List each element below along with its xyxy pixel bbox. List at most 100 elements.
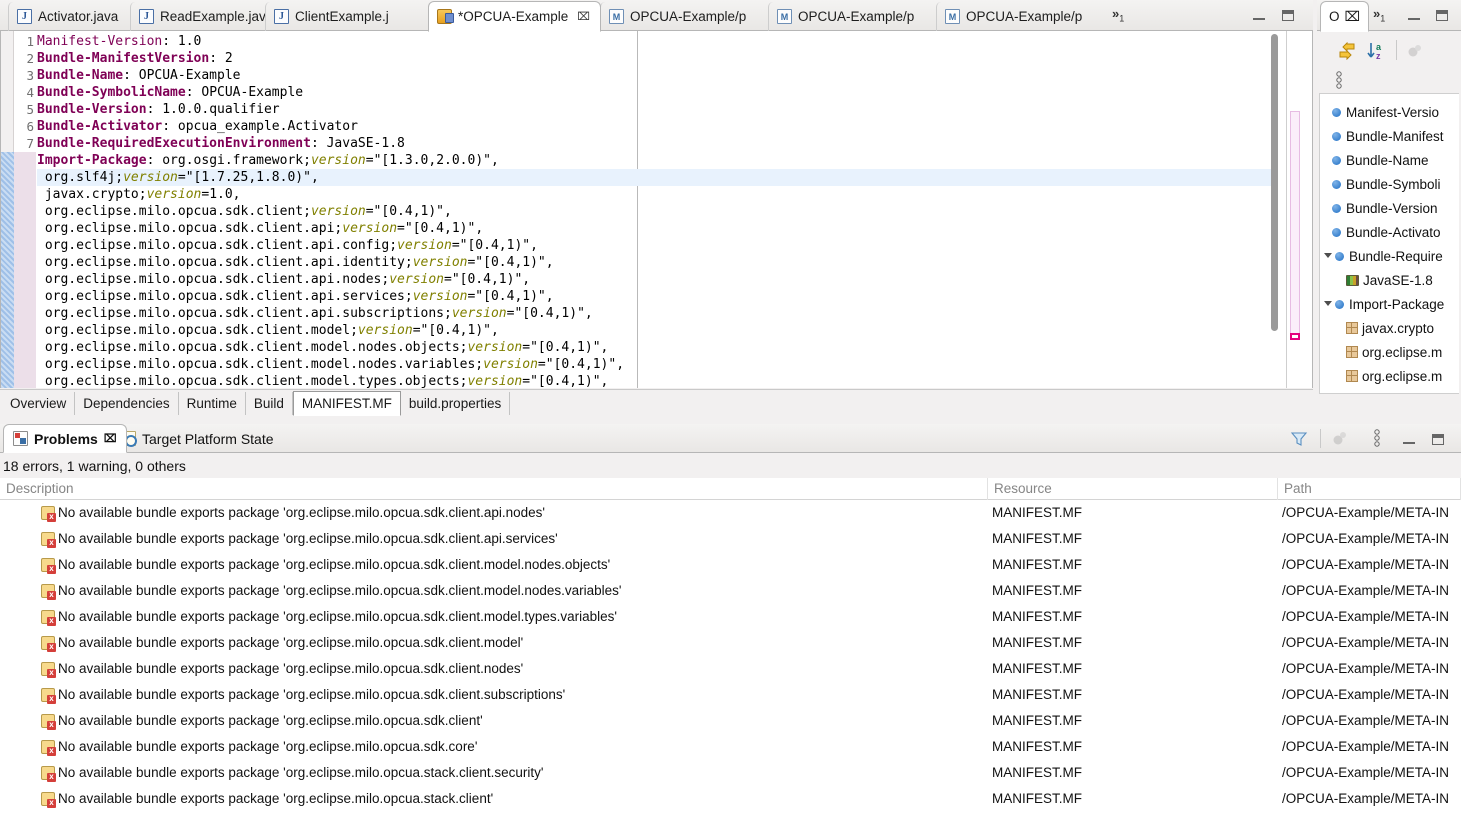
overview-ruler-error-region <box>1290 111 1300 339</box>
outline-tree[interactable]: Manifest-Versio Bundle-Manifest Bundle-Nam… <box>1319 93 1459 394</box>
code-line-9[interactable]: org.slf4j;version="[1.7.25,1.8.0)", <box>37 169 1277 186</box>
table-row[interactable]: No available bundle exports package 'org… <box>0 630 1461 656</box>
link-with-editor-icon[interactable] <box>1335 42 1355 60</box>
editor-tab-overflow-chevron[interactable]: »1 <box>1112 6 1124 24</box>
table-row[interactable]: No available bundle exports package 'org… <box>0 682 1461 708</box>
editor-tab-6[interactable]: OPCUA-Example/p <box>936 2 1092 31</box>
editor-tab-4[interactable]: OPCUA-Example/p <box>600 2 756 31</box>
editor-tab-3[interactable]: *OPCUA-Example ⌧ <box>428 1 601 32</box>
table-row[interactable]: No available bundle exports package 'org… <box>0 578 1461 604</box>
code-line-5[interactable]: Bundle-Version: 1.0.0.qualifier <box>37 101 1277 118</box>
outline-tree-item-4[interactable]: Bundle-Version <box>1320 196 1438 220</box>
outline-tab-overflow-chevron[interactable]: »1 <box>1373 6 1385 24</box>
code-line-3[interactable]: Bundle-Name: OPCUA-Example <box>37 67 1277 84</box>
editor-outline-sash[interactable] <box>1313 0 1317 416</box>
column-header-description[interactable]: Description <box>0 478 988 500</box>
code-line-14[interactable]: org.eclipse.milo.opcua.sdk.client.api.id… <box>37 254 1277 271</box>
outline-item-label: Import-Package <box>1349 296 1445 312</box>
editor-vscroll-thumb[interactable] <box>1271 34 1278 331</box>
code-line-18[interactable]: org.eclipse.milo.opcua.sdk.client.model;… <box>37 322 1277 339</box>
code-line-11[interactable]: org.eclipse.milo.opcua.sdk.client;versio… <box>37 203 1277 220</box>
editor-problems-sash[interactable] <box>0 416 1461 424</box>
form-tab-dependencies[interactable]: Dependencies <box>75 392 179 415</box>
form-tab-overview[interactable]: Overview <box>2 392 76 415</box>
code-line-13[interactable]: org.eclipse.milo.opcua.sdk.client.api.co… <box>37 237 1277 254</box>
code-line-4[interactable]: Bundle-SymbolicName: OPCUA-Example <box>37 84 1277 101</box>
tab-target-platform-state[interactable]: Target Platform State <box>111 424 283 453</box>
outline-maximize-icon[interactable] <box>1436 10 1448 21</box>
outline-tree-item-8[interactable]: Import-Package <box>1320 292 1444 316</box>
code-line-2[interactable]: Bundle-ManifestVersion: 2 <box>37 50 1277 67</box>
code-token: Import-Package <box>37 153 147 168</box>
java-file-icon <box>139 9 154 24</box>
table-row[interactable]: No available bundle exports package 'org… <box>0 786 1461 812</box>
sort-az-icon[interactable]: a z <box>1367 41 1389 61</box>
table-row[interactable]: No available bundle exports package 'org… <box>0 708 1461 734</box>
editor-minimize-icon[interactable] <box>1253 11 1265 20</box>
outline-tree-item-7[interactable]: JavaSE-1.8 <box>1320 268 1433 292</box>
error-marker-icon <box>41 688 56 704</box>
outline-tree-item-6[interactable]: Bundle-Require <box>1320 244 1443 268</box>
form-tab-runtime[interactable]: Runtime <box>179 392 246 415</box>
table-row[interactable]: No available bundle exports package 'org… <box>0 734 1461 760</box>
code-line-19[interactable]: org.eclipse.milo.opcua.sdk.client.model.… <box>37 339 1277 356</box>
code-line-21[interactable]: org.eclipse.milo.opcua.sdk.client.model.… <box>37 373 1277 388</box>
focus-icon[interactable] <box>1331 431 1348 446</box>
filter-icon[interactable] <box>1407 44 1423 58</box>
form-tab-build[interactable]: Build <box>246 392 293 415</box>
outline-tree-item-10[interactable]: org.eclipse.m <box>1320 340 1442 364</box>
problems-table[interactable]: Description Resource Path No available bun… <box>0 478 1461 819</box>
table-row[interactable]: No available bundle exports package 'org… <box>0 656 1461 682</box>
form-tab-manifest-mf[interactable]: MANIFEST.MF <box>292 391 401 416</box>
code-lines[interactable]: Manifest-Version: 1.0 Bundle-ManifestVers… <box>37 31 1312 388</box>
chevron-down-icon[interactable] <box>1324 301 1332 310</box>
outline-tab-bar: O ⌧ »1 <box>1317 0 1461 32</box>
view-menu-icon[interactable] <box>1373 429 1381 447</box>
editor-tab-2[interactable]: ClientExample.j <box>265 2 399 31</box>
problems-minimize-icon[interactable] <box>1403 435 1415 444</box>
outline-tree-item-2[interactable]: Bundle-Name <box>1320 148 1429 172</box>
outline-tree-item-0[interactable]: Manifest-Versio <box>1320 100 1439 124</box>
editor-tab-1[interactable]: ReadExample.jav <box>130 2 276 31</box>
view-menu-icon[interactable] <box>1335 71 1343 89</box>
filter-icon[interactable] <box>1290 430 1308 447</box>
table-row[interactable]: No available bundle exports package 'org… <box>0 500 1461 526</box>
problems-maximize-icon[interactable] <box>1432 434 1444 445</box>
tab-outline[interactable]: O ⌧ <box>1320 1 1370 32</box>
close-icon[interactable]: ⌧ <box>577 10 590 23</box>
outline-tree-item-9[interactable]: javax.crypto <box>1320 316 1434 340</box>
outline-tree-item-3[interactable]: Bundle-Symboli <box>1320 172 1441 196</box>
table-row[interactable]: No available bundle exports package 'org… <box>0 760 1461 786</box>
code-line-10[interactable]: javax.crypto;version=1.0, <box>37 186 1277 203</box>
editor-tab-0[interactable]: Activator.java <box>8 2 128 31</box>
code-line-7[interactable]: Bundle-RequiredExecutionEnvironment: Jav… <box>37 135 1277 152</box>
editor-overview-ruler[interactable] <box>1286 31 1302 388</box>
table-row[interactable]: No available bundle exports package 'org… <box>0 552 1461 578</box>
column-header-resource[interactable]: Resource <box>988 478 1278 500</box>
code-line-16[interactable]: org.eclipse.milo.opcua.sdk.client.api.se… <box>37 288 1277 305</box>
outline-tree-item-11[interactable]: org.eclipse.m <box>1320 364 1442 388</box>
code-line-1[interactable]: Manifest-Version: 1.0 <box>37 33 1277 50</box>
tab-problems[interactable]: Problems ⌧ <box>3 424 127 453</box>
close-icon[interactable]: ⌧ <box>104 432 117 445</box>
code-line-6[interactable]: Bundle-Activator: opcua_example.Activato… <box>37 118 1277 135</box>
table-row[interactable]: No available bundle exports package 'org… <box>0 604 1461 630</box>
chevron-down-icon[interactable] <box>1324 253 1332 262</box>
table-row[interactable]: No available bundle exports package 'org… <box>0 526 1461 552</box>
code-line-12[interactable]: org.eclipse.milo.opcua.sdk.client.api;ve… <box>37 220 1277 237</box>
problems-table-body[interactable]: No available bundle exports package 'org… <box>0 500 1461 812</box>
code-line-17[interactable]: org.eclipse.milo.opcua.sdk.client.api.su… <box>37 305 1277 322</box>
close-icon[interactable]: ⌧ <box>1345 9 1361 25</box>
editor-vertical-scrollbar[interactable] <box>1269 32 1280 387</box>
code-line-20[interactable]: org.eclipse.milo.opcua.sdk.client.model.… <box>37 356 1277 373</box>
outline-minimize-icon[interactable] <box>1408 11 1420 20</box>
form-tab-build-properties[interactable]: build.properties <box>401 392 511 415</box>
editor-maximize-icon[interactable] <box>1282 10 1294 21</box>
outline-tree-item-5[interactable]: Bundle-Activato <box>1320 220 1441 244</box>
column-header-path[interactable]: Path <box>1278 478 1461 500</box>
editor-tab-5[interactable]: OPCUA-Example/p <box>768 2 924 31</box>
code-line-8[interactable]: Import-Package: org.osgi.framework;versi… <box>37 152 1277 169</box>
outline-tree-item-1[interactable]: Bundle-Manifest <box>1320 124 1444 148</box>
code-line-15[interactable]: org.eclipse.milo.opcua.sdk.client.api.no… <box>37 271 1277 288</box>
manifest-source-editor[interactable]: 123456789101112131415161718192021 Manife… <box>0 31 1313 388</box>
